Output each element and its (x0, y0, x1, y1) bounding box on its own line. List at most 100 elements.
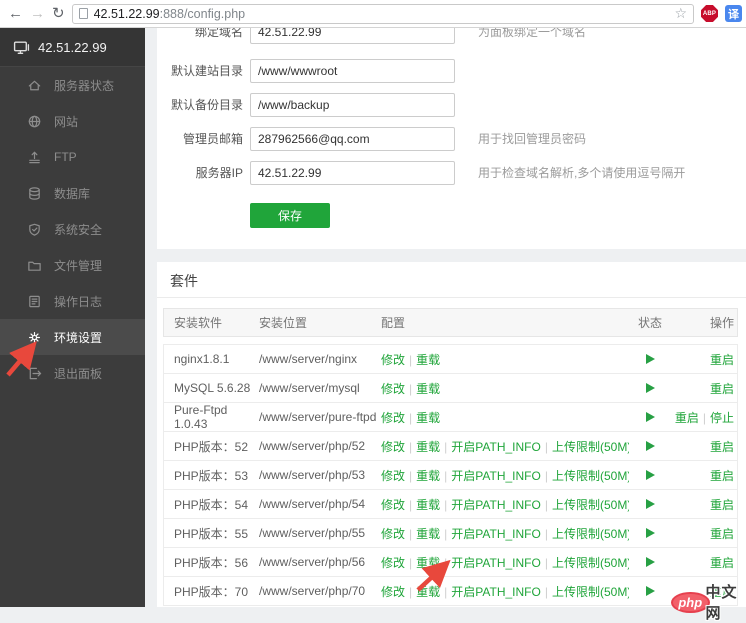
sidebar-item-logs[interactable]: 操作日志 (0, 283, 145, 319)
config-link[interactable]: 修改 (381, 440, 405, 454)
sidebar-item-websites[interactable]: 网站 (0, 103, 145, 139)
form-label: 默认备份目录 (170, 98, 243, 112)
config-link[interactable]: 修改 (381, 469, 405, 483)
config-link[interactable]: 上传限制(50M) (552, 556, 629, 570)
sidebar-item-label: 文件管理 (54, 258, 103, 273)
action-link[interactable]: 重启 (675, 411, 699, 425)
config-links: 修改 | 重载 (381, 380, 629, 397)
status-cell (629, 354, 671, 364)
config-link[interactable]: 修改 (381, 527, 405, 541)
software-name: PHP版本：70 (174, 584, 249, 599)
panel-settings-card: 绑定域名 为面板绑定一个域名 默认建站目录 默认备份目录 管理员邮箱 用于找回管… (157, 28, 746, 249)
sidebar-item-server-status[interactable]: 服务器状态 (0, 67, 145, 103)
config-link[interactable]: 修改 (381, 382, 405, 396)
install-path: /www/server/php/54 (259, 497, 366, 511)
link-separator: | (544, 468, 548, 483)
form-row-admin-email: 管理员邮箱 用于找回管理员密码 (157, 127, 746, 151)
config-link[interactable]: 开启PATH_INFO (451, 440, 541, 454)
back-icon[interactable]: ← (8, 6, 23, 21)
config-link[interactable]: 上传限制(50M) (552, 440, 629, 454)
software-name: Pure-Ftpd 1.0.43 (174, 403, 228, 431)
config-link[interactable]: 上传限制(50M) (552, 469, 629, 483)
table-row: MySQL 5.6.28 /www/server/mysql 修改 | 重载 重启 (164, 374, 737, 403)
config-link[interactable]: 开启PATH_INFO (451, 469, 541, 483)
install-path: /www/server/php/52 (259, 439, 366, 453)
action-links: 重启 (671, 351, 739, 368)
config-link[interactable]: 上传限制(50M) (552, 527, 629, 541)
config-link[interactable]: 重载 (416, 585, 440, 599)
sidebar-item-database[interactable]: 数据库 (0, 175, 145, 211)
database-icon (27, 186, 42, 201)
sidebar-item-logout[interactable]: 退出面板 (0, 355, 145, 391)
form-hint: 用于检查域名解析,多个请使用逗号隔开 (478, 166, 686, 180)
config-link[interactable]: 开启PATH_INFO (451, 585, 541, 599)
config-link[interactable]: 重载 (416, 411, 440, 425)
action-link[interactable]: 重启 (710, 382, 734, 396)
link-separator: | (444, 555, 448, 570)
config-link[interactable]: 重载 (416, 556, 440, 570)
bind-domain-input[interactable] (250, 28, 455, 44)
action-link[interactable]: 重启 (710, 440, 734, 454)
config-link[interactable]: 开启PATH_INFO (451, 527, 541, 541)
table-row: PHP版本：56 /www/server/php/56 修改 | 重载 | 开启PATH… (164, 548, 737, 577)
config-link[interactable]: 重载 (416, 498, 440, 512)
site-root-input[interactable] (250, 59, 455, 83)
config-link[interactable]: 重载 (416, 440, 440, 454)
config-link[interactable]: 开启PATH_INFO (451, 556, 541, 570)
server-ip-input[interactable] (250, 161, 455, 185)
sidebar: 42.51.22.99 服务器状态 网站 FTP 数据库 系统安全 文件管理 操… (0, 28, 145, 607)
save-button[interactable]: 保存 (250, 203, 330, 228)
table-row: PHP版本：55 /www/server/php/55 修改 | 重载 | 开启PATH… (164, 519, 737, 548)
link-separator: | (444, 497, 448, 512)
config-link[interactable]: 修改 (381, 556, 405, 570)
config-link[interactable]: 重载 (416, 353, 440, 367)
sidebar-item-settings[interactable]: 环境设置 (0, 319, 145, 355)
sidebar-item-security[interactable]: 系统安全 (0, 211, 145, 247)
running-status-icon (645, 528, 655, 538)
action-link[interactable]: 重启 (710, 353, 734, 367)
monitor-icon (13, 39, 30, 56)
config-link[interactable]: 重载 (416, 527, 440, 541)
adblock-extension-icon[interactable]: ABP (701, 5, 718, 22)
ftp-icon (27, 150, 42, 165)
status-cell (629, 557, 671, 567)
sidebar-item-ftp[interactable]: FTP (0, 139, 145, 175)
admin-email-input[interactable] (250, 127, 455, 151)
action-links: 重启 (671, 583, 739, 600)
config-link[interactable]: 重载 (416, 382, 440, 396)
action-link[interactable]: 重启 (710, 469, 734, 483)
server-ip-title: 42.51.22.99 (38, 39, 107, 55)
reload-icon[interactable]: ↻ (52, 6, 65, 21)
config-link[interactable]: 修改 (381, 353, 405, 367)
log-icon (27, 294, 42, 309)
config-link[interactable]: 修改 (381, 585, 405, 599)
config-link[interactable]: 重载 (416, 469, 440, 483)
address-bar[interactable]: 42.51.22.99:888/config.php ☆ (71, 3, 694, 24)
link-separator: | (409, 555, 413, 570)
software-name: PHP版本：52 (174, 439, 249, 454)
running-status-icon (645, 383, 655, 393)
backup-dir-input[interactable] (250, 93, 455, 117)
config-link[interactable]: 修改 (381, 498, 405, 512)
install-path: /www/server/php/55 (259, 526, 366, 540)
sidebar-item-files[interactable]: 文件管理 (0, 247, 145, 283)
config-link[interactable]: 开启PATH_INFO (451, 498, 541, 512)
config-link[interactable]: 修改 (381, 411, 405, 425)
action-link[interactable]: 重启 (710, 556, 734, 570)
action-link[interactable]: 重启 (710, 527, 734, 541)
config-link[interactable]: 上传限制(50M) (552, 585, 629, 599)
forward-icon[interactable]: → (30, 6, 45, 21)
form-row-bind-domain: 绑定域名 为面板绑定一个域名 (157, 28, 746, 44)
bookmark-star-icon[interactable]: ☆ (674, 5, 687, 22)
translate-extension-icon[interactable]: 译 (725, 5, 742, 22)
link-separator: | (409, 439, 413, 454)
action-link[interactable]: 停止 (710, 411, 734, 425)
config-link[interactable]: 上传限制(50M) (552, 498, 629, 512)
form-row-backup-dir: 默认备份目录 (157, 93, 746, 117)
action-link[interactable]: 重启 (710, 585, 734, 599)
col-status: 状态 (637, 316, 662, 330)
action-link[interactable]: 重启 (710, 498, 734, 512)
install-path: /www/server/php/56 (259, 555, 366, 569)
divider (157, 297, 746, 298)
install-path: /www/server/php/53 (259, 468, 366, 482)
